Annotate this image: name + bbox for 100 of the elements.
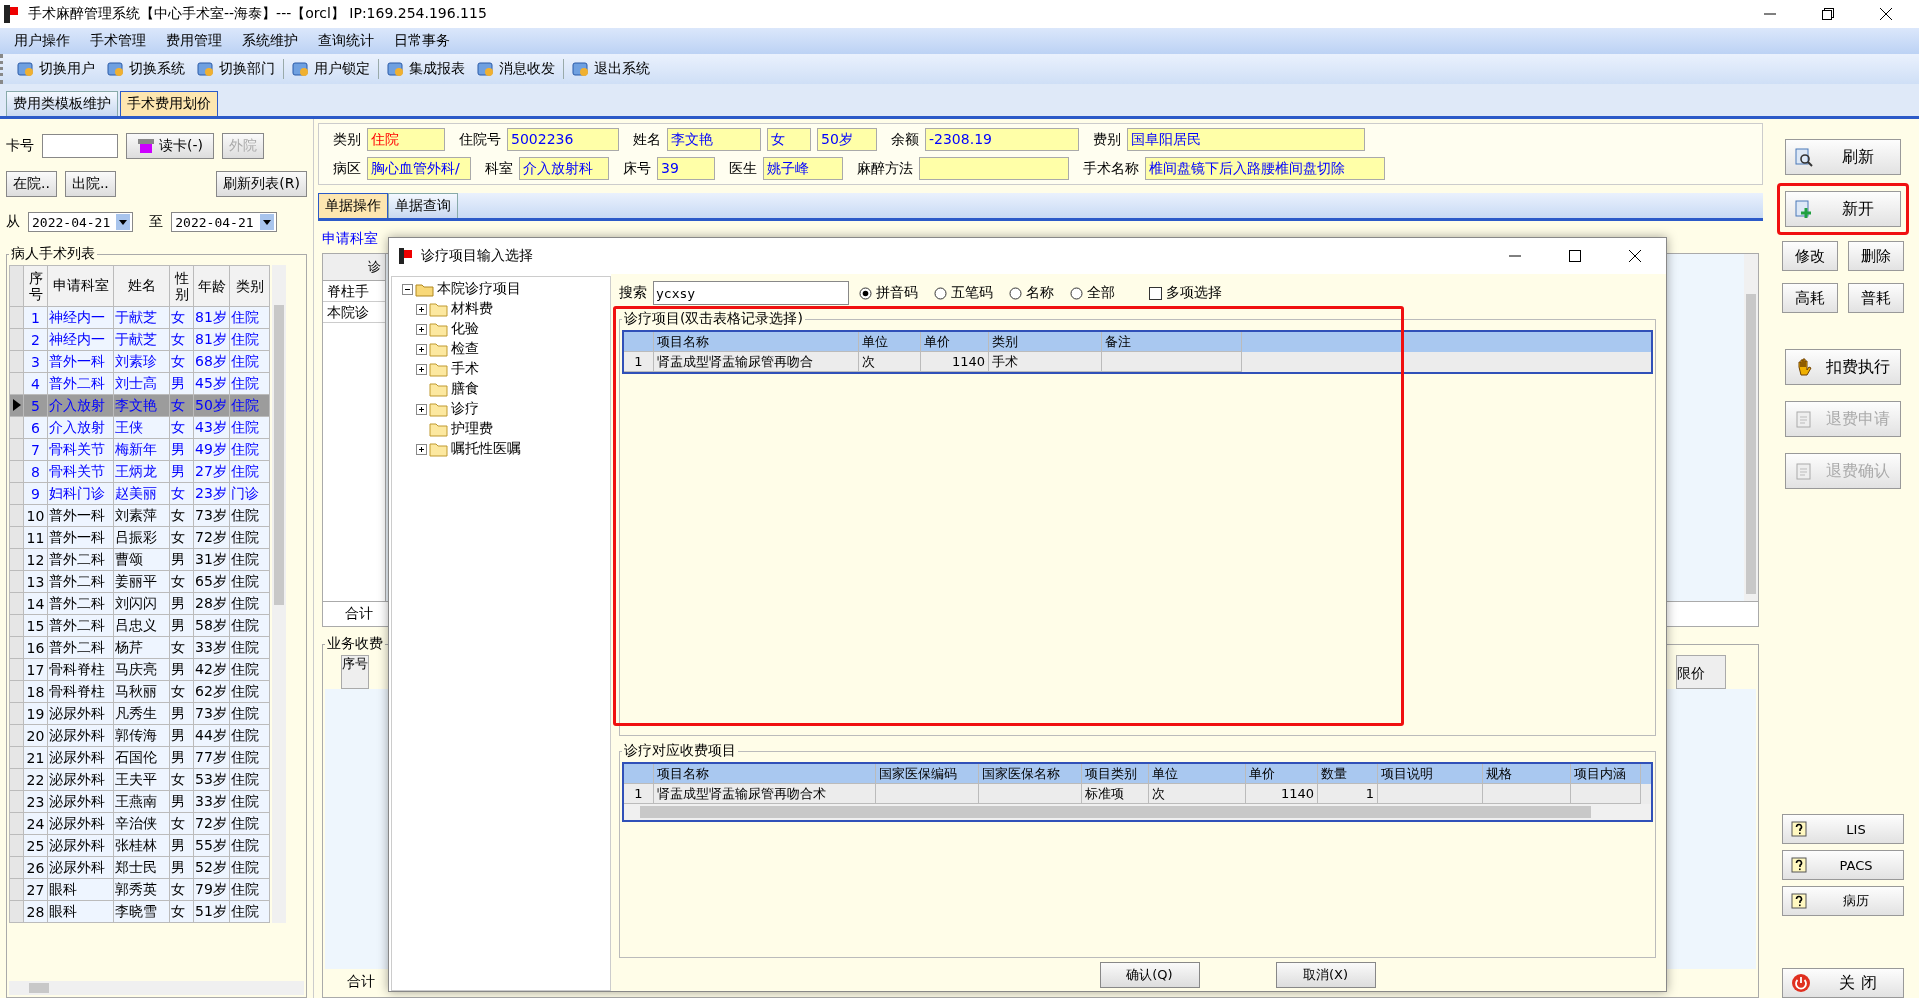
list-button[interactable]: 在院.. (6, 171, 57, 197)
table-row[interactable]: 15 普外二科 吕忠义 男 58岁 住院 (9, 614, 270, 637)
close-icon[interactable] (1879, 7, 1893, 21)
expander-icon[interactable] (416, 303, 427, 315)
read-card-button[interactable]: 读卡(-) (126, 133, 214, 159)
tree-item[interactable]: 检查 (451, 340, 479, 358)
list-button[interactable]: 出院.. (64, 171, 116, 197)
menu-item[interactable]: 手术管理 (80, 32, 156, 50)
maximize-icon[interactable] (1568, 249, 1582, 263)
scrollbar[interactable] (9, 981, 304, 995)
close-icon[interactable] (1628, 249, 1642, 263)
toolbar-button[interactable]: 切换用户 (11, 58, 101, 80)
toolbar-button[interactable]: 集成报表 (381, 58, 471, 80)
table-row[interactable]: 27 眼科 郭秀英 女 79岁 住院 (9, 878, 270, 901)
scrollbar[interactable] (1744, 254, 1758, 601)
menu-item[interactable]: 系统维护 (232, 32, 308, 50)
radio-icon[interactable] (859, 286, 872, 300)
checkbox-option[interactable]: 多项选择 (1149, 284, 1222, 302)
table-row[interactable]: 13 普外二科 姜丽平 女 65岁 住院 (9, 570, 270, 593)
side-button[interactable]: 删除 (1848, 241, 1904, 271)
side-button[interactable]: 修改 (1782, 241, 1838, 271)
table-row[interactable]: 19 泌尿外科 凡秀生 男 73岁 住院 (9, 702, 270, 725)
side-button[interactable]: 刷新 (1785, 139, 1901, 175)
dropdown-icon[interactable] (116, 214, 131, 230)
side-button[interactable]: 高耗 (1782, 283, 1838, 313)
table-row[interactable]: 12 普外二科 曹颂 男 31岁 住院 (9, 548, 270, 571)
dialog-button[interactable]: 确认(Q) (1099, 961, 1200, 988)
tab[interactable]: 单据操作 (318, 193, 388, 218)
expander-icon[interactable] (416, 443, 427, 455)
menu-item[interactable]: 查询统计 (308, 32, 384, 50)
tree-item[interactable]: 膳食 (451, 380, 479, 398)
list-button[interactable]: 刷新列表(R) (216, 171, 307, 197)
table-row[interactable]: 17 骨科脊柱 马庆亮 男 42岁 住院 (9, 658, 270, 681)
menu-item[interactable]: 日常事务 (384, 32, 460, 50)
tree-item[interactable]: 护理费 (451, 420, 493, 438)
table-row[interactable]: 6 介入放射 王侠 女 43岁 住院 (9, 416, 270, 439)
tree-item[interactable]: 材料费 (451, 300, 493, 318)
table-row[interactable]: 28 眼科 李晓雪 女 51岁 住院 (9, 900, 270, 923)
table-row[interactable]: 26 泌尿外科 郑士民 男 52岁 住院 (9, 856, 270, 879)
card-number-field[interactable] (42, 134, 118, 158)
radio-icon[interactable] (1070, 286, 1083, 300)
tab[interactable]: 费用类模板维护 (6, 91, 118, 116)
expander-icon[interactable] (416, 323, 427, 335)
table-row[interactable]: 25 泌尿外科 张桂林 男 55岁 住院 (9, 834, 270, 857)
tree-item[interactable]: 化验 (451, 320, 479, 338)
dropdown-icon[interactable] (259, 214, 274, 230)
expander-icon[interactable] (402, 283, 413, 295)
date-field[interactable]: 2022-04-21 (171, 212, 277, 232)
table-row[interactable]: 1 神经内一 于献芝 女 81岁 住院 (9, 306, 270, 329)
menu-item[interactable]: 费用管理 (156, 32, 232, 50)
table-row[interactable]: 7 骨科关节 梅新年 男 49岁 住院 (9, 438, 270, 461)
side-button[interactable]: 普耗 (1848, 283, 1904, 313)
dialog-button[interactable]: 取消(X) (1275, 961, 1376, 988)
expander-icon[interactable] (416, 403, 427, 415)
toolbar-button[interactable]: 用户锁定 (286, 58, 376, 80)
table-row[interactable]: 24 泌尿外科 辛治侠 女 72岁 住院 (9, 812, 270, 835)
radio-option[interactable]: 名称 (1009, 284, 1054, 302)
close-button[interactable]: 关 闭 (1782, 968, 1904, 998)
table-row[interactable]: 2 神经内一 于献芝 女 81岁 住院 (9, 328, 270, 351)
tree-item[interactable]: 诊疗 (451, 400, 479, 418)
table-row[interactable]: 23 泌尿外科 王燕南 男 33岁 住院 (9, 790, 270, 813)
table-row[interactable]: 22 泌尿外科 王夫平 女 53岁 住院 (9, 768, 270, 791)
table-row[interactable]: 10 普外一科 刘素萍 女 73岁 住院 (9, 504, 270, 527)
radio-icon[interactable] (1009, 286, 1022, 300)
table-row[interactable]: 16 普外二科 杨芹 女 33岁 住院 (9, 636, 270, 659)
table-row[interactable]: 9 妇科门诊 赵美丽 女 23岁 门诊 (9, 482, 270, 505)
table-row[interactable]: 14 普外二科 刘闪闪 男 28岁 住院 (9, 592, 270, 615)
scrollbar[interactable] (272, 265, 286, 923)
scrollbar[interactable] (624, 804, 1651, 820)
menu-item[interactable]: 用户操作 (4, 32, 80, 50)
toolbar-button[interactable]: 切换部门 (191, 58, 281, 80)
toolbar-button[interactable]: 切换系统 (101, 58, 191, 80)
search-field[interactable]: ycxsy (653, 281, 849, 305)
tab[interactable]: 单据查询 (388, 193, 458, 218)
expander-icon[interactable] (416, 343, 427, 355)
table-row[interactable]: 18 骨科脊柱 马秋丽 女 62岁 住院 (9, 680, 270, 703)
tree-item[interactable]: 本院诊疗项目 (437, 280, 521, 298)
toolbar-button[interactable]: 退出系统 (566, 58, 656, 80)
toolbar-button[interactable]: 消息收发 (471, 58, 561, 80)
date-field[interactable]: 2022-04-21 (28, 212, 134, 232)
table-row[interactable]: 20 泌尿外科 郭传海 男 44岁 住院 (9, 724, 270, 747)
side-button[interactable]: 新开 (1785, 191, 1901, 227)
table-row[interactable]: 8 骨科关节 王炳龙 男 27岁 住院 (9, 460, 270, 483)
side-button[interactable]: LIS (1782, 814, 1904, 844)
table-row[interactable]: 21 泌尿外科 石国伦 男 77岁 住院 (9, 746, 270, 769)
maximize-icon[interactable] (1821, 7, 1835, 21)
tab[interactable]: 手术费用划价 (120, 91, 218, 116)
radio-icon[interactable] (934, 286, 947, 300)
table-row[interactable]: 11 普外一科 吕振彩 女 72岁 住院 (9, 526, 270, 549)
tree-item[interactable]: 嘱托性医嘱 (451, 440, 521, 458)
tree-item[interactable]: 手术 (451, 360, 479, 378)
radio-option[interactable]: 全部 (1070, 284, 1115, 302)
table-row[interactable]: 3 普外一科 刘素珍 女 68岁 住院 (9, 350, 270, 373)
side-button[interactable]: 扣费执行 (1785, 349, 1901, 385)
radio-option[interactable]: 五笔码 (934, 284, 993, 302)
side-button[interactable]: PACS (1782, 850, 1904, 880)
radio-option[interactable]: 拼音码 (859, 284, 918, 302)
checkbox-icon[interactable] (1149, 286, 1162, 300)
side-button[interactable]: 病历 (1782, 886, 1904, 916)
table-row[interactable]: 4 普外二科 刘士高 男 45岁 住院 (9, 372, 270, 395)
